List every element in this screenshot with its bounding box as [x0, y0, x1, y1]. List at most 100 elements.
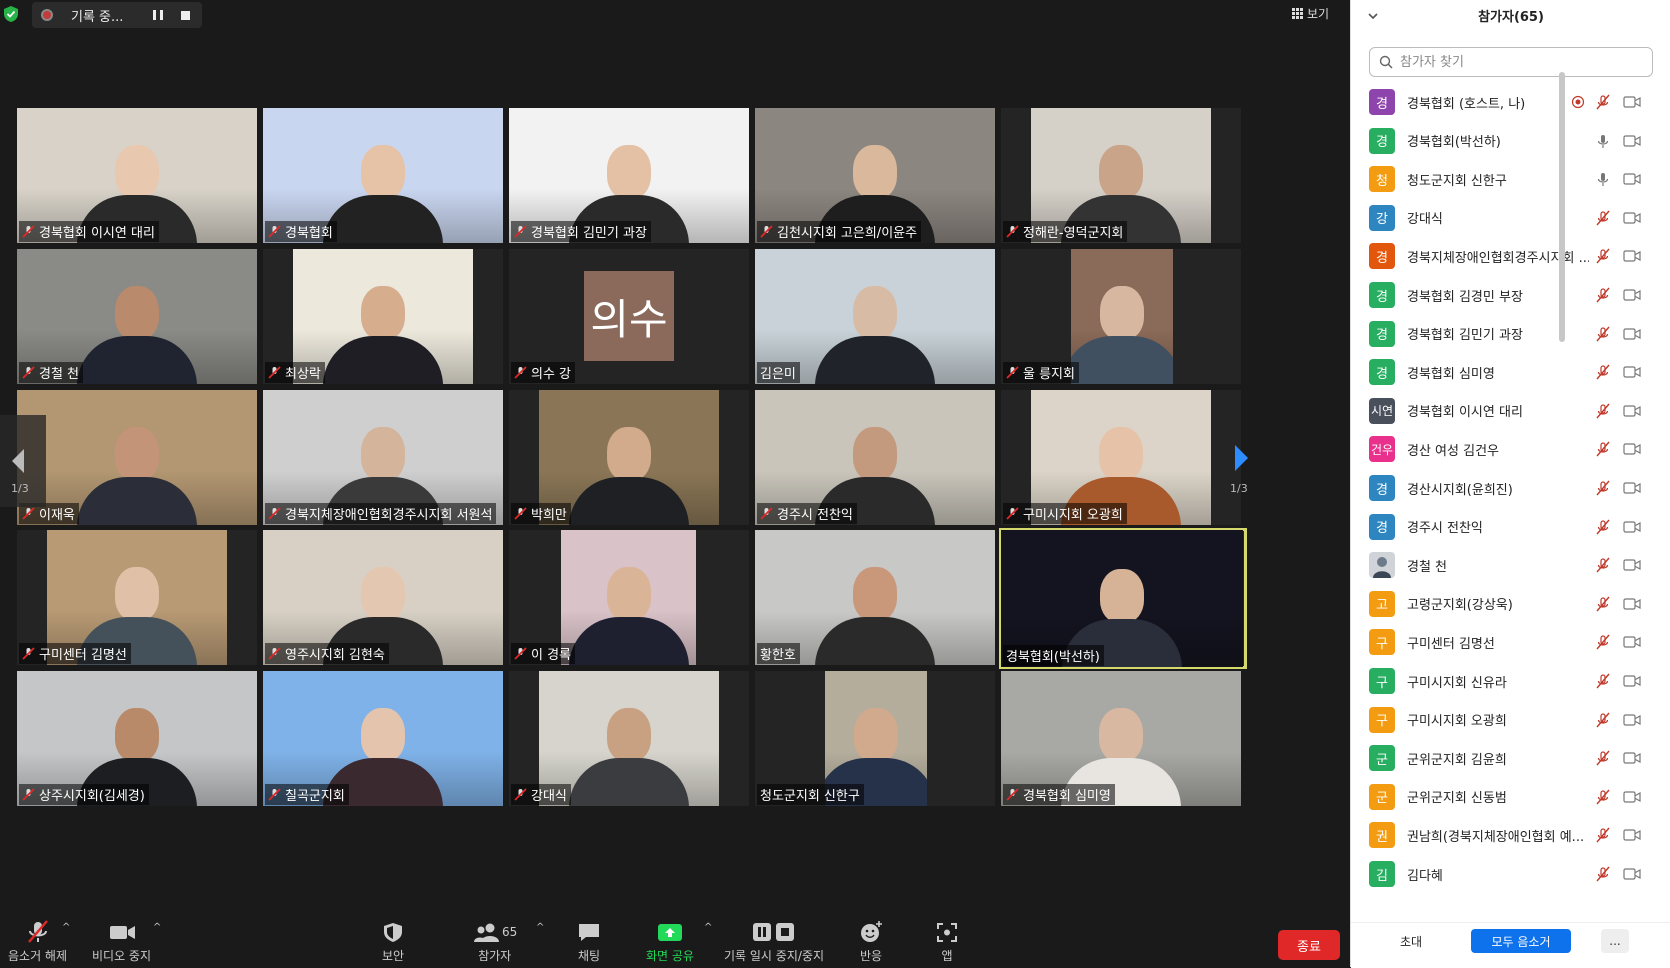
microphone-muted-icon[interactable] [1595, 480, 1611, 496]
video-camera-icon[interactable] [1623, 674, 1641, 688]
reactions-button[interactable]: 반응 [856, 920, 886, 964]
share-screen-button[interactable]: 화면 공유 [646, 920, 694, 964]
participants-button[interactable]: 65 참가자 [472, 920, 517, 964]
video-tile[interactable]: 경북지체장애인협회경주시지회 서원석 [263, 390, 503, 525]
video-camera-icon[interactable] [1623, 365, 1641, 379]
microphone-muted-icon[interactable] [1595, 210, 1611, 226]
audio-options-caret[interactable]: ^ [62, 922, 72, 933]
participant-row[interactable]: 군 군위군지회 신동범 [1351, 777, 1661, 817]
stop-video-button[interactable]: 비디오 중지 [92, 920, 151, 964]
microphone-muted-icon[interactable] [1595, 519, 1611, 535]
video-tile[interactable]: 영주시지회 김현숙 [263, 530, 503, 665]
microphone-muted-icon[interactable] [1595, 326, 1611, 342]
video-tile[interactable]: 김은미 [755, 249, 995, 384]
video-tile[interactable]: 경철 천 [17, 249, 257, 384]
microphone-muted-icon[interactable] [1595, 94, 1611, 110]
video-camera-icon[interactable] [1623, 249, 1641, 263]
microphone-muted-icon[interactable] [1595, 403, 1611, 419]
video-camera-icon[interactable] [1623, 867, 1641, 881]
video-camera-icon[interactable] [1623, 520, 1641, 534]
video-camera-icon[interactable] [1623, 211, 1641, 225]
apps-button[interactable]: 앱 [932, 920, 962, 964]
video-tile[interactable]: 경북협회 이시연 대리 [17, 108, 257, 243]
participant-row[interactable]: 구 구미센터 김명선 [1351, 622, 1661, 662]
microphone-muted-icon[interactable] [1595, 441, 1611, 457]
participant-row[interactable]: 권 권남희(경북지체장애인협회 예... [1351, 815, 1661, 855]
video-tile[interactable]: 박희만 [509, 390, 749, 525]
participant-search[interactable] [1369, 47, 1653, 77]
participant-row[interactable]: 경 경산시지회(윤희진) [1351, 468, 1661, 508]
mute-all-button[interactable]: 모두 음소거 [1471, 929, 1571, 953]
participant-row[interactable]: 경 경북협회 (호스트, 나) [1351, 82, 1661, 122]
video-camera-icon[interactable] [1623, 751, 1641, 765]
video-camera-icon[interactable] [1623, 481, 1641, 495]
microphone-muted-icon[interactable] [1595, 248, 1611, 264]
unmute-button[interactable]: 음소거 해제 [8, 920, 67, 964]
microphone-muted-icon[interactable] [1595, 596, 1611, 612]
video-camera-icon[interactable] [1623, 95, 1641, 109]
panel-scrollbar[interactable] [1559, 72, 1565, 342]
participant-row[interactable]: 시연 경북협회 이시연 대리 [1351, 391, 1661, 431]
video-camera-icon[interactable] [1623, 790, 1641, 804]
video-camera-icon[interactable] [1623, 327, 1641, 341]
microphone-muted-icon[interactable] [1595, 866, 1611, 882]
video-tile[interactable]: 최상락 [263, 249, 503, 384]
video-camera-icon[interactable] [1623, 558, 1641, 572]
microphone-icon[interactable] [1595, 171, 1611, 187]
video-options-caret[interactable]: ^ [153, 922, 163, 933]
video-tile[interactable]: 경북협회 김민기 과장 [509, 108, 749, 243]
video-camera-icon[interactable] [1623, 828, 1641, 842]
security-button[interactable]: 보안 [378, 920, 408, 964]
participant-row[interactable]: 경철 천 [1351, 545, 1661, 585]
video-tile[interactable]: 이 경록 [509, 530, 749, 665]
search-input[interactable] [1398, 53, 1642, 71]
participants-options-caret[interactable]: ^ [536, 922, 546, 933]
shield-check-icon[interactable] [3, 5, 19, 23]
video-camera-icon[interactable] [1623, 713, 1641, 727]
end-meeting-button[interactable]: 종료 [1278, 930, 1340, 960]
more-options-button[interactable]: ... [1601, 929, 1629, 953]
participant-row[interactable]: 김 김다혜 [1351, 854, 1661, 894]
video-tile[interactable]: 강대식 [509, 671, 749, 806]
microphone-muted-icon[interactable] [1595, 557, 1611, 573]
video-tile[interactable]: 칠곡군지회 [263, 671, 503, 806]
microphone-muted-icon[interactable] [1595, 673, 1611, 689]
video-tile[interactable]: 이재욱 [17, 390, 257, 525]
participant-row[interactable]: 군 군위군지회 김윤희 [1351, 738, 1661, 778]
video-tile[interactable]: 경북협회 심미영 [1001, 671, 1241, 806]
share-options-caret[interactable]: ^ [704, 922, 714, 933]
video-tile[interactable]: 경북협회(박선하) [999, 528, 1247, 669]
participant-row[interactable]: 경 경북협회 김경민 부장 [1351, 275, 1661, 315]
video-tile[interactable]: 상주시지회(김세경) [17, 671, 257, 806]
video-camera-icon[interactable] [1623, 288, 1641, 302]
microphone-muted-icon[interactable] [1595, 712, 1611, 728]
video-tile[interactable]: 경주시 전찬익 [755, 390, 995, 525]
video-camera-icon[interactable] [1623, 442, 1641, 456]
microphone-muted-icon[interactable] [1595, 827, 1611, 843]
video-tile[interactable]: 황한호 [755, 530, 995, 665]
microphone-muted-icon[interactable] [1595, 287, 1611, 303]
participant-row[interactable]: 건우 경산 여성 김건우 [1351, 429, 1661, 469]
video-camera-icon[interactable] [1623, 597, 1641, 611]
participant-row[interactable]: 경 경북협회 김민기 과장 [1351, 314, 1661, 354]
view-button[interactable]: 보기 [1292, 5, 1329, 22]
chat-button[interactable]: 채팅 [574, 920, 604, 964]
participant-row[interactable]: 경 경주시 전찬익 [1351, 507, 1661, 547]
video-tile[interactable]: 정해란-영덕군지회 [1001, 108, 1241, 243]
participant-row[interactable]: 경 경북지체장애인협회경주시지회 ... [1351, 236, 1661, 276]
video-camera-icon[interactable] [1623, 635, 1641, 649]
microphone-muted-icon[interactable] [1595, 364, 1611, 380]
microphone-muted-icon[interactable] [1595, 789, 1611, 805]
participant-row[interactable]: 강 강대식 [1351, 198, 1661, 238]
video-tile[interactable]: 의수 의수 강 [509, 249, 749, 384]
video-tile[interactable]: 구미센터 김명선 [17, 530, 257, 665]
video-tile[interactable]: 청도군지회 신한구 [755, 671, 995, 806]
microphone-icon[interactable] [1595, 133, 1611, 149]
video-tile[interactable]: 경북협회 [263, 108, 503, 243]
participant-row[interactable]: 고 고령군지회(강상욱) [1351, 584, 1661, 624]
video-camera-icon[interactable] [1623, 134, 1641, 148]
video-tile[interactable]: 김천시지회 고은희/이윤주 [755, 108, 995, 243]
participant-row[interactable]: 경 경북협회 심미영 [1351, 352, 1661, 392]
participant-row[interactable]: 청 청도군지회 신한구 [1351, 159, 1661, 199]
invite-button[interactable]: 초대 [1387, 929, 1435, 953]
